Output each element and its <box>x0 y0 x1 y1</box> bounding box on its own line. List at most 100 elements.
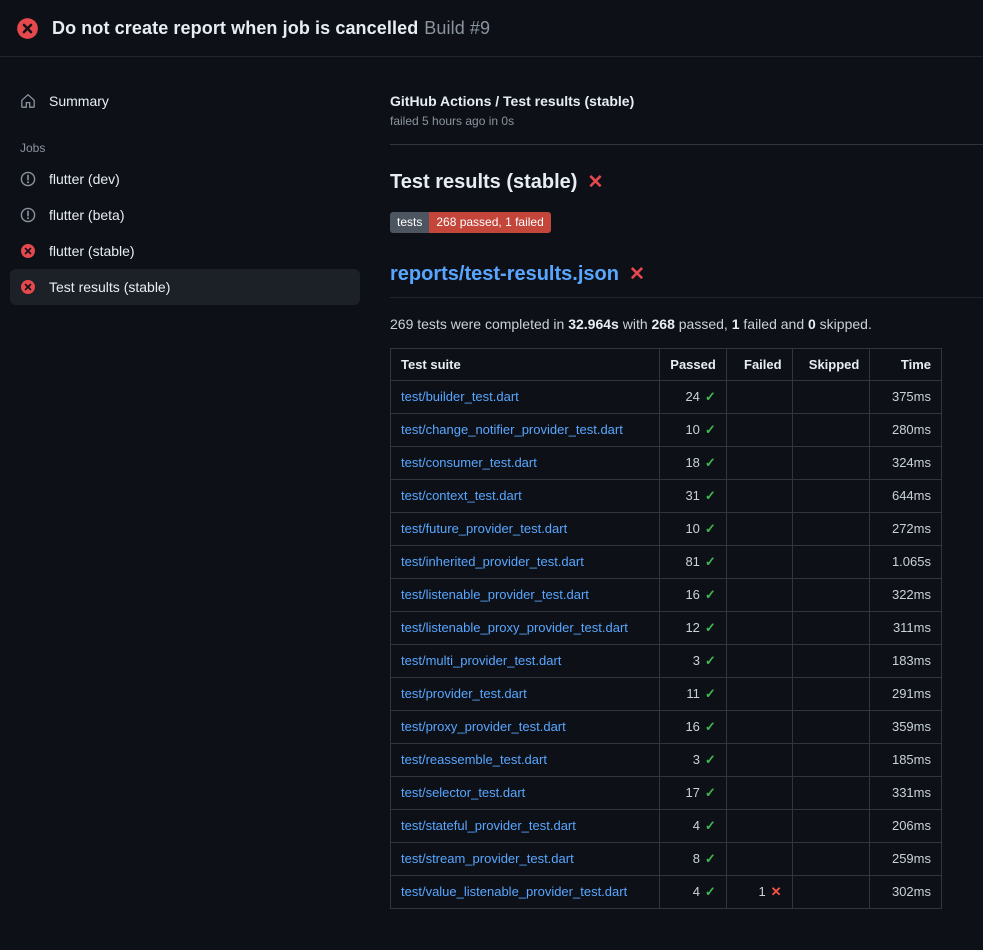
check-icon: ✓ <box>705 554 716 569</box>
sidebar-item-label: flutter (beta) <box>49 207 124 223</box>
failed-count: 1 <box>758 884 765 899</box>
passed-cell: 3✓ <box>660 644 727 677</box>
test-suite-cell: test/stream_provider_test.dart <box>391 842 660 875</box>
test-suite-cell: test/proxy_provider_test.dart <box>391 710 660 743</box>
table-row: test/listenable_provider_test.dart16✓322… <box>391 578 942 611</box>
divider <box>390 144 983 145</box>
summary-failed-count: 1 <box>732 316 740 332</box>
summary-text: failed and <box>740 316 809 332</box>
passed-cell: 11✓ <box>660 677 727 710</box>
sidebar-item-test-results-stable[interactable]: Test results (stable) <box>10 269 360 305</box>
test-suite-link[interactable]: test/provider_test.dart <box>401 686 527 701</box>
passed-cell: 16✓ <box>660 710 727 743</box>
passed-cell: 4✓ <box>660 875 727 908</box>
report-link[interactable]: reports/test-results.json ✕ <box>390 263 983 298</box>
table-row: test/context_test.dart31✓644ms <box>391 479 942 512</box>
check-icon: ✓ <box>705 587 716 602</box>
skipped-cell <box>792 413 870 446</box>
cancelled-status-icon <box>20 207 36 223</box>
table-row: test/proxy_provider_test.dart16✓359ms <box>391 710 942 743</box>
skipped-cell <box>792 446 870 479</box>
sidebar-item-flutter-beta[interactable]: flutter (beta) <box>10 197 360 233</box>
passed-cell: 4✓ <box>660 809 727 842</box>
time-cell: 291ms <box>870 677 942 710</box>
sidebar-item-summary[interactable]: Summary <box>10 83 360 119</box>
passed-count: 11 <box>686 686 700 701</box>
table-row: test/stateful_provider_test.dart4✓206ms <box>391 809 942 842</box>
home-icon <box>20 93 36 109</box>
time-cell: 331ms <box>870 776 942 809</box>
check-icon: ✓ <box>705 455 716 470</box>
skipped-cell <box>792 545 870 578</box>
skipped-cell <box>792 842 870 875</box>
test-suite-link[interactable]: test/context_test.dart <box>401 488 522 503</box>
badge-value: 268 passed, 1 failed <box>429 212 550 233</box>
test-suite-cell: test/inherited_provider_test.dart <box>391 545 660 578</box>
failed-cell <box>726 545 792 578</box>
test-results-table: Test suitePassedFailedSkippedTime test/b… <box>390 348 942 909</box>
test-suite-link[interactable]: test/future_provider_test.dart <box>401 521 567 536</box>
failed-cell <box>726 809 792 842</box>
time-cell: 259ms <box>870 842 942 875</box>
test-suite-link[interactable]: test/change_notifier_provider_test.dart <box>401 422 623 437</box>
summary-passed-count: 268 <box>652 316 675 332</box>
passed-cell: 12✓ <box>660 611 727 644</box>
failed-cell <box>726 413 792 446</box>
check-icon: ✓ <box>705 851 716 866</box>
check-icon: ✓ <box>705 389 716 404</box>
test-suite-link[interactable]: test/stateful_provider_test.dart <box>401 818 576 833</box>
passed-count: 3 <box>693 752 700 767</box>
skipped-cell <box>792 710 870 743</box>
test-suite-link[interactable]: test/listenable_proxy_provider_test.dart <box>401 620 628 635</box>
run-status-text: failed 5 hours ago in 0s <box>390 114 952 128</box>
test-suite-cell: test/stateful_provider_test.dart <box>391 809 660 842</box>
page-title: Do not create report when job is cancell… <box>52 18 418 38</box>
test-suite-link[interactable]: test/multi_provider_test.dart <box>401 653 561 668</box>
time-cell: 185ms <box>870 743 942 776</box>
test-suite-cell: test/provider_test.dart <box>391 677 660 710</box>
test-suite-link[interactable]: test/value_listenable_provider_test.dart <box>401 884 627 899</box>
skipped-cell <box>792 644 870 677</box>
table-row: test/value_listenable_provider_test.dart… <box>391 875 942 908</box>
time-cell: 1.065s <box>870 545 942 578</box>
test-suite-link[interactable]: test/builder_test.dart <box>401 389 519 404</box>
cross-mark-icon: ✕ <box>587 173 603 192</box>
tests-badge: tests 268 passed, 1 failed <box>390 212 551 233</box>
summary-text: skipped. <box>816 316 872 332</box>
skipped-cell <box>792 380 870 413</box>
test-suite-link[interactable]: test/stream_provider_test.dart <box>401 851 574 866</box>
time-cell: 324ms <box>870 446 942 479</box>
time-cell: 206ms <box>870 809 942 842</box>
sidebar-item-flutter-stable[interactable]: flutter (stable) <box>10 233 360 269</box>
skipped-cell <box>792 809 870 842</box>
skipped-cell <box>792 743 870 776</box>
cross-mark-icon: ✕ <box>629 265 645 284</box>
table-row: test/provider_test.dart 11✓ 291ms <box>391 677 942 710</box>
failed-cell <box>726 710 792 743</box>
passed-count: 4 <box>693 884 700 899</box>
sidebar-item-label: Summary <box>49 93 109 109</box>
table-header-row: Test suitePassedFailedSkippedTime <box>391 348 942 380</box>
test-suite-link[interactable]: test/listenable_provider_test.dart <box>401 587 589 602</box>
time-cell: 644ms <box>870 479 942 512</box>
passed-cell: 3✓ <box>660 743 727 776</box>
passed-count: 8 <box>693 851 700 866</box>
test-suite-link[interactable]: test/inherited_provider_test.dart <box>401 554 584 569</box>
sidebar-item-flutter-dev[interactable]: flutter (dev) <box>10 161 360 197</box>
test-suite-link[interactable]: test/consumer_test.dart <box>401 455 537 470</box>
passed-cell: 17✓ <box>660 776 727 809</box>
check-icon: ✓ <box>705 719 716 734</box>
test-suite-link[interactable]: test/proxy_provider_test.dart <box>401 719 566 734</box>
skipped-cell <box>792 578 870 611</box>
main-content: GitHub Actions / Test results (stable) f… <box>370 57 983 909</box>
sidebar: Summary Jobs flutter (dev) flut <box>0 57 370 305</box>
test-suite-link[interactable]: test/reassemble_test.dart <box>401 752 547 767</box>
test-suite-link[interactable]: test/selector_test.dart <box>401 785 525 800</box>
passed-count: 4 <box>693 818 700 833</box>
test-suite-cell: test/listenable_provider_test.dart <box>391 578 660 611</box>
table-row: test/stream_provider_test.dart 8 ✓ 259ms <box>391 842 942 875</box>
passed-cell: 24✓ <box>660 380 727 413</box>
summary-text: passed, <box>675 316 732 332</box>
report-link-text[interactable]: reports/test-results.json <box>390 263 619 286</box>
check-icon: ✓ <box>705 818 716 833</box>
